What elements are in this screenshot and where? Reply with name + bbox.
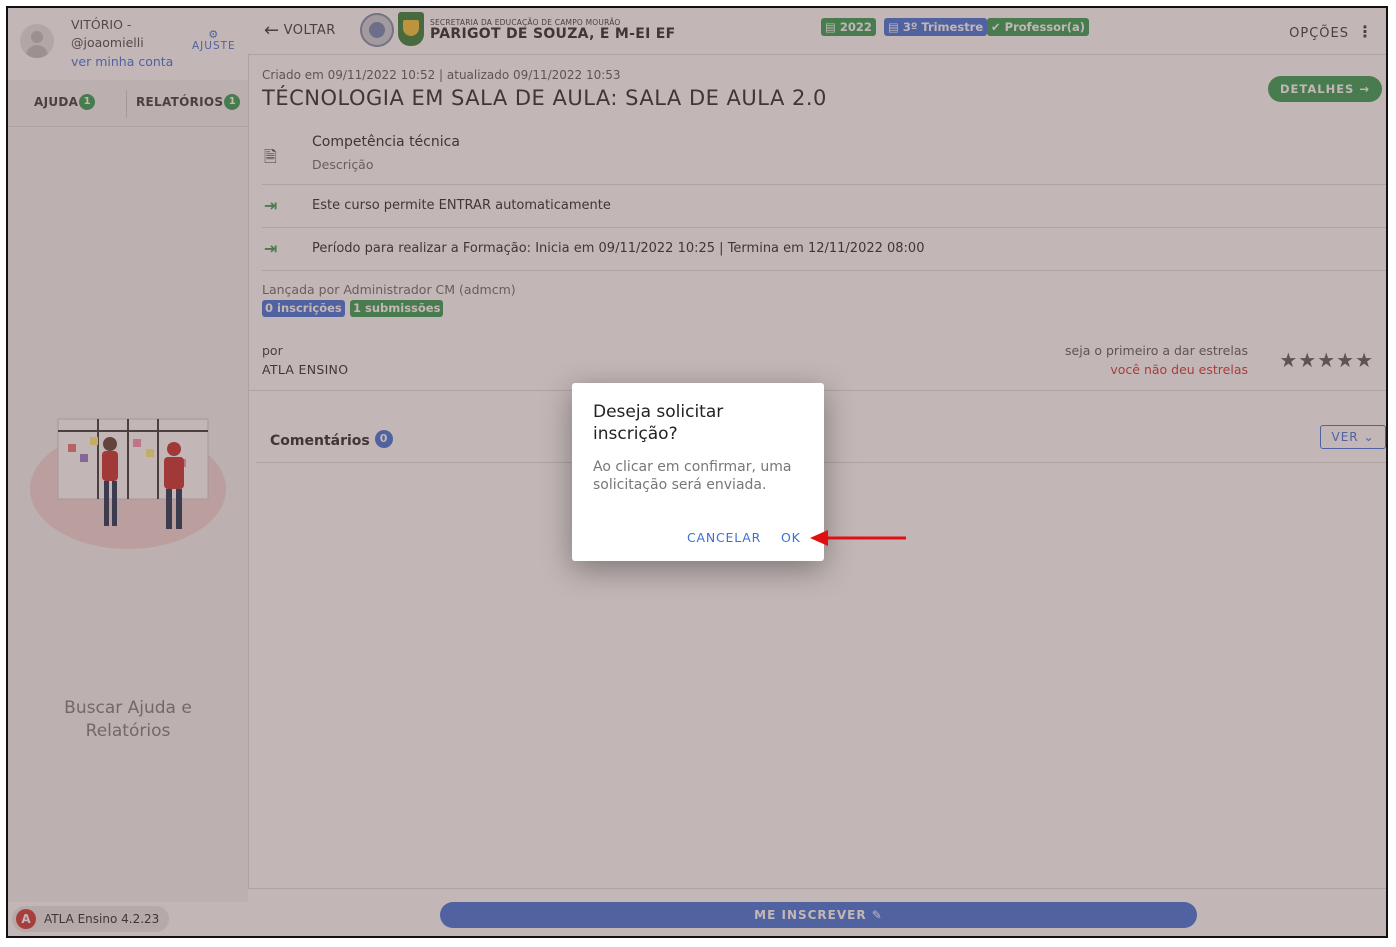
cancel-button[interactable]: CANCELAR <box>687 530 761 545</box>
red-arrow-annotation <box>810 530 906 546</box>
dialog-body: Ao clicar em confirmar, uma solicitação … <box>593 459 792 493</box>
confirm-dialog: Deseja solicitar inscrição? Ao clicar em… <box>572 383 824 561</box>
dialog-title: Deseja solicitar inscrição? <box>593 402 724 444</box>
app-window: VITÓRIO - @joaomielli ver minha conta ⚙ … <box>6 6 1388 938</box>
ok-button[interactable]: OK <box>781 530 801 545</box>
